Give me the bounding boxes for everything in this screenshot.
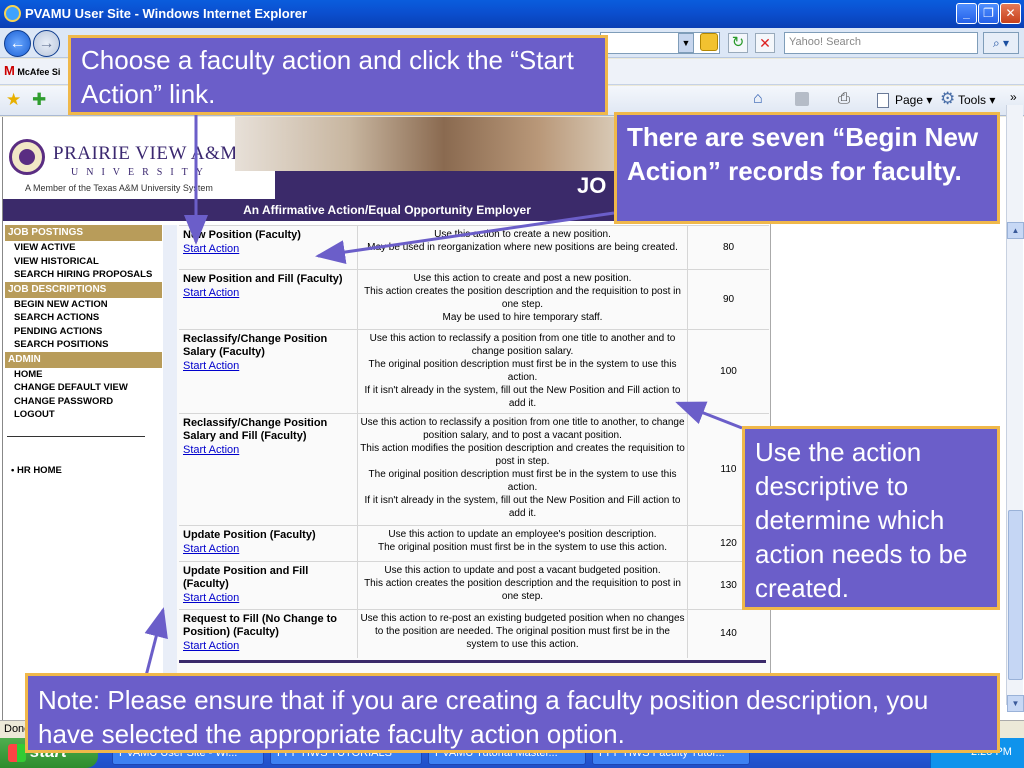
forward-button[interactable]: → [33, 30, 60, 57]
ie-logo-icon [4, 5, 21, 22]
action-name-cell: Reclassify/Change Position Salary (Facul… [179, 330, 355, 414]
scroll-thumb[interactable] [1008, 510, 1023, 680]
table-row: Reclassify/Change Position Salary and Fi… [179, 413, 769, 526]
start-action-link[interactable]: Start Action [183, 591, 355, 605]
search-input[interactable]: Yahoo! Search [784, 32, 978, 54]
favorites-star-icon[interactable]: ★ [6, 90, 21, 110]
nav-link[interactable]: CHANGE PASSWORD [14, 395, 163, 409]
nav-link[interactable]: PENDING ACTIONS [14, 325, 163, 339]
table-row: Update Position and Fill (Faculty) Start … [179, 561, 769, 610]
start-action-link[interactable]: Start Action [183, 542, 355, 556]
action-code: 90 [687, 270, 769, 330]
tools-menu[interactable]: Tools ▾ [958, 93, 995, 107]
table-bottom-rule [179, 660, 766, 663]
action-code: 140 [687, 610, 769, 658]
action-name-cell: Request to Fill (No Change to Position) … [179, 610, 355, 658]
more-chevron[interactable]: » [1010, 90, 1017, 104]
nav-gutter [163, 225, 177, 720]
close-button[interactable]: ✕ [1000, 3, 1021, 24]
callout-note: Note: Please ensure that if you are crea… [25, 673, 1000, 753]
action-name: Reclassify/Change Position Salary and Fi… [183, 417, 328, 442]
start-action-link[interactable]: Start Action [183, 359, 355, 373]
callout-action-descriptive: Use the action descriptive to determine … [742, 426, 1000, 610]
university-subtitle: UNIVERSITY [71, 167, 211, 178]
start-action-link[interactable]: Start Action [183, 443, 355, 457]
header-photo-strip [235, 117, 615, 171]
page-menu[interactable]: Page ▾ [895, 93, 932, 107]
nav-link[interactable]: SEARCH ACTIONS [14, 311, 163, 325]
feeds-icon[interactable] [795, 92, 809, 106]
action-name-cell: Update Position and Fill (Faculty) Start … [179, 562, 355, 610]
start-action-link[interactable]: Start Action [183, 242, 355, 256]
start-action-link[interactable]: Start Action [183, 639, 355, 653]
start-action-link[interactable]: Start Action [183, 286, 355, 300]
action-name-cell: New Position (Faculty) Start Action [179, 226, 355, 270]
action-code: 80 [687, 226, 769, 270]
action-description: Use this action to reclassify a position… [357, 414, 687, 526]
refresh-icon[interactable]: ↻ [728, 33, 748, 53]
lock-icon[interactable] [700, 33, 718, 51]
maximize-button[interactable]: ❐ [978, 3, 999, 24]
page-icon [877, 93, 889, 108]
callout-seven-records: There are seven “Begin New Action” recor… [614, 112, 1000, 224]
action-description: Use this action to create a new position… [357, 226, 687, 270]
action-name: Reclassify/Change Position Salary (Facul… [183, 333, 328, 358]
scroll-up-button[interactable]: ▲ [1007, 222, 1024, 239]
table-row: New Position (Faculty) Start Action Use th… [179, 225, 769, 270]
table-row: Request to Fill (No Change to Position) … [179, 609, 769, 658]
table-row: Update Position (Faculty) Start Action Use… [179, 525, 769, 562]
action-description: Use this action to update and post a vac… [357, 562, 687, 610]
scroll-down-button[interactable]: ▼ [1007, 695, 1024, 712]
university-member-text: A Member of the Texas A&M University Sys… [25, 183, 213, 193]
vertical-scrollbar[interactable]: ▲ ▼ [1006, 105, 1024, 712]
table-row: New Position and Fill (Faculty) Start Act… [179, 269, 769, 330]
action-name-cell: Reclassify/Change Position Salary and Fi… [179, 414, 355, 526]
left-navigation: JOB POSTINGS VIEW ACTIVE VIEW HISTORICAL SE… [3, 225, 163, 720]
action-name: Update Position and Fill (Faculty) [183, 565, 309, 590]
nav-link-hr-home[interactable]: • HR HOME [11, 465, 163, 476]
nav-section-header: JOB POSTINGS [5, 225, 162, 241]
action-name: New Position (Faculty) [183, 229, 301, 241]
table-row: Reclassify/Change Position Salary (Facul… [179, 329, 769, 414]
action-name: New Position and Fill (Faculty) [183, 273, 343, 285]
action-description: Use this action to reclassify a position… [357, 330, 687, 414]
action-name-cell: New Position and Fill (Faculty) Start Act… [179, 270, 355, 330]
nav-section-header: JOB DESCRIPTIONS [5, 281, 162, 298]
nav-section-header: ADMIN [5, 351, 162, 368]
nav-link[interactable]: SEARCH POSITIONS [14, 338, 163, 352]
action-description: Use this action to re-post an existing b… [357, 610, 687, 658]
action-description: Use this action to create and post a new… [357, 270, 687, 330]
window-title: PVAMU User Site - Windows Internet Explo… [25, 6, 308, 21]
university-name: PRAIRIE VIEW A&M [53, 143, 238, 164]
minimize-button[interactable]: _ [956, 3, 977, 24]
nav-link[interactable]: VIEW ACTIVE [14, 241, 163, 255]
windows-flag-icon [8, 744, 26, 762]
nav-link[interactable]: VIEW HISTORICAL [14, 255, 163, 269]
address-dropdown-icon[interactable]: ▼ [678, 33, 694, 53]
action-name: Update Position (Faculty) [183, 529, 316, 541]
action-description: Use this action to update an employee's … [357, 526, 687, 562]
action-name-cell: Update Position (Faculty) Start Action [179, 526, 355, 562]
stop-icon[interactable]: ✕ [755, 33, 775, 53]
action-name: Request to Fill (No Change to Position) … [183, 613, 337, 638]
search-go-button[interactable]: ⌕ ▾ [983, 32, 1019, 54]
mcafee-logo-icon: M [4, 63, 15, 78]
nav-divider [7, 435, 145, 437]
banner-title: JO [577, 173, 607, 198]
nav-link[interactable]: SEARCH HIRING PROPOSALS [14, 268, 163, 282]
nav-link[interactable]: HOME [14, 368, 163, 382]
home-icon[interactable]: ⌂ [753, 90, 763, 108]
mcafee-link[interactable]: M McAfee Si [4, 63, 60, 78]
gear-icon: ⚙ [940, 89, 956, 108]
nav-link[interactable]: BEGIN NEW ACTION [14, 298, 163, 312]
university-seal-icon [9, 139, 45, 175]
nav-link[interactable]: CHANGE DEFAULT VIEW [14, 381, 163, 395]
back-button[interactable]: ← [4, 30, 31, 57]
print-icon[interactable]: ⎙ [838, 90, 850, 107]
callout-choose-action: Choose a faculty action and click the “S… [68, 35, 608, 115]
action-code: 100 [687, 330, 769, 414]
window-titlebar: PVAMU User Site - Windows Internet Explo… [0, 0, 1024, 28]
add-favorites-icon[interactable]: ✚ [32, 90, 46, 110]
nav-link[interactable]: LOGOUT [14, 408, 163, 422]
